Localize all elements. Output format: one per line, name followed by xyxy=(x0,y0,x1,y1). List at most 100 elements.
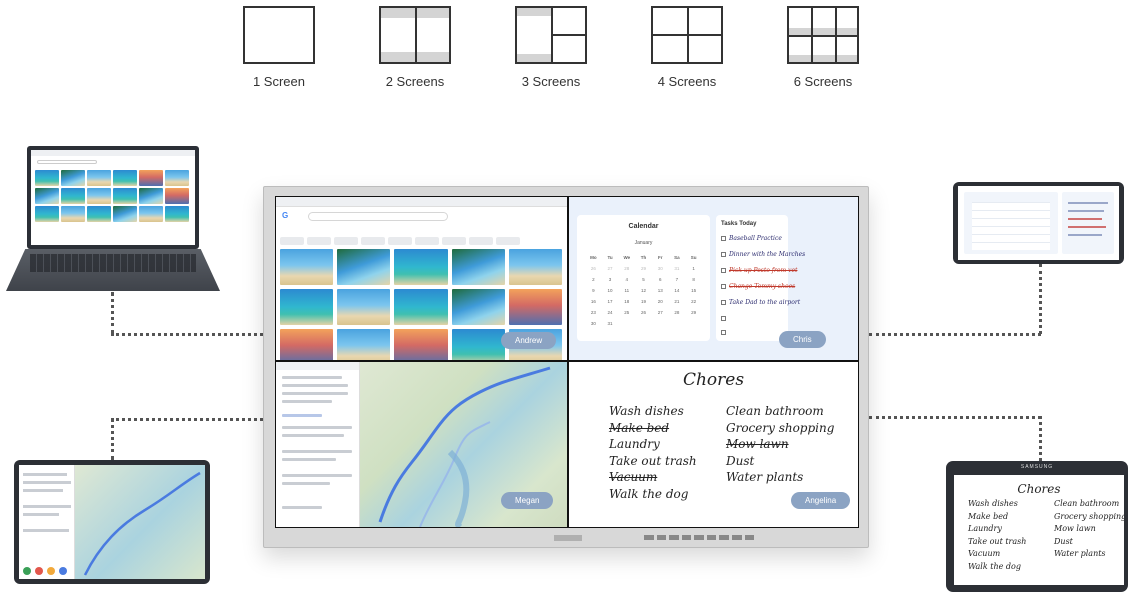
screen-map[interactable]: Megan xyxy=(276,362,567,527)
screen-image-search[interactable]: G Andrew xyxy=(276,197,567,360)
task-label: Take Dad to the airport xyxy=(729,299,801,306)
calendar-day[interactable]: 27 xyxy=(652,310,669,315)
calendar-day[interactable]: 2 xyxy=(585,277,602,282)
layout-1-screen-icon xyxy=(243,6,315,64)
image-result[interactable] xyxy=(280,329,334,360)
image-result[interactable] xyxy=(280,289,334,325)
calendar-day[interactable]: 21 xyxy=(669,299,686,304)
task-label: Dinner with the Marches xyxy=(729,251,806,258)
calendar-day[interactable]: 16 xyxy=(585,299,602,304)
task-item[interactable]: Baseball Practice xyxy=(721,235,782,242)
smartphone xyxy=(953,182,1124,264)
layout-4-screens-icon xyxy=(651,6,723,64)
chore-item: Wash dishes xyxy=(609,404,684,418)
calendar-day[interactable]: 9 xyxy=(585,288,602,293)
task-item[interactable]: Pick up Pesto from vet xyxy=(721,267,797,274)
tasks-title: Tasks Today xyxy=(721,221,757,227)
task-checkbox[interactable] xyxy=(721,316,726,321)
calendar-day[interactable]: 1 xyxy=(685,266,702,271)
image-result[interactable] xyxy=(337,289,391,325)
image-result[interactable] xyxy=(451,329,505,360)
chore-item: Dust xyxy=(1054,536,1073,546)
calendar-day[interactable]: 23 xyxy=(585,310,602,315)
chore-item: Take out trash xyxy=(609,453,697,468)
calendar-day[interactable]: 5 xyxy=(635,277,652,282)
image-result[interactable] xyxy=(508,289,563,325)
task-checkbox[interactable] xyxy=(721,330,726,335)
image-result[interactable] xyxy=(508,249,563,285)
calendar-day[interactable]: 10 xyxy=(602,288,619,293)
calendar-day[interactable]: 13 xyxy=(652,288,669,293)
calendar-day[interactable]: 3 xyxy=(602,277,619,282)
calendar-day[interactable]: 19 xyxy=(635,299,652,304)
image-result[interactable] xyxy=(337,329,391,360)
user-badge-megan: Megan xyxy=(501,492,554,509)
calendar-day[interactable]: 12 xyxy=(635,288,652,293)
search-input[interactable] xyxy=(308,212,448,221)
calendar-day[interactable]: 22 xyxy=(685,299,702,304)
screen-calendar[interactable]: Calendar January Mo Tu We Th Fr Sa Su 26 27 28 29 3… xyxy=(569,197,858,360)
image-result[interactable] xyxy=(280,249,334,285)
task-checkbox[interactable] xyxy=(721,252,726,257)
task-checkbox[interactable] xyxy=(721,284,726,289)
main-display: G Andrew Calendar January Mo Tu We Th Fr… xyxy=(263,186,869,548)
calendar-day[interactable]: 29 xyxy=(635,266,652,271)
layout-1-screen: 1 Screen xyxy=(243,6,315,89)
search-engine-logo: G xyxy=(282,211,289,220)
calendar-day[interactable]: 26 xyxy=(585,266,602,271)
image-result[interactable] xyxy=(394,289,448,325)
task-checkbox[interactable] xyxy=(721,268,726,273)
calendar-day[interactable]: 28 xyxy=(669,310,686,315)
layout-label: 2 Screens xyxy=(385,74,445,89)
layout-2-screens: 2 Screens xyxy=(379,6,451,89)
chore-item: Dust xyxy=(726,453,755,468)
connector xyxy=(869,416,1041,419)
chore-item: Water plants xyxy=(726,470,804,484)
calendar-day[interactable]: 31 xyxy=(602,321,619,326)
calendar-day[interactable]: 30 xyxy=(585,321,602,326)
calendar-day[interactable]: 24 xyxy=(602,310,619,315)
display-screen: G Andrew Calendar January Mo Tu We Th Fr… xyxy=(275,196,859,528)
layout-4-screens: 4 Screens xyxy=(651,6,723,89)
calendar-day[interactable]: 14 xyxy=(669,288,686,293)
task-item[interactable]: Take Dad to the airport xyxy=(721,299,800,306)
calendar-day[interactable]: 31 xyxy=(669,266,686,271)
screen-chores-whiteboard[interactable]: Chores Wash dishes Make bed Laundry Take ou… xyxy=(569,362,858,527)
calendar-day[interactable]: 7 xyxy=(669,277,686,282)
calendar-day[interactable]: 8 xyxy=(685,277,702,282)
tablet-screen-chores: Chores Wash dishes Make bed Laundry Take ou… xyxy=(954,475,1124,585)
task-empty-slot[interactable] xyxy=(721,315,729,322)
calendar-day[interactable]: 25 xyxy=(618,310,635,315)
layout-3-screens-icon xyxy=(515,6,587,64)
calendar-day[interactable]: 29 xyxy=(685,310,702,315)
chore-item: Walk the dog xyxy=(968,561,1021,571)
task-checkbox[interactable] xyxy=(721,236,726,241)
task-item[interactable]: Dinner with the Marches xyxy=(721,251,805,258)
calendar-day[interactable]: 27 xyxy=(602,266,619,271)
chore-item: Clean bathroom xyxy=(1054,499,1120,508)
image-result[interactable] xyxy=(394,329,448,360)
tasks-widget: Tasks Today Baseball Practice Dinner with… xyxy=(716,215,805,341)
tablet-left xyxy=(14,460,210,584)
calendar-day[interactable]: 26 xyxy=(635,310,652,315)
task-item[interactable]: Change Tommy shoes xyxy=(721,283,795,290)
image-result[interactable] xyxy=(451,289,505,325)
calendar-day[interactable]: 4 xyxy=(618,277,635,282)
calendar-day[interactable]: 18 xyxy=(618,299,635,304)
calendar-day[interactable]: 28 xyxy=(618,266,635,271)
calendar-day[interactable]: 6 xyxy=(652,277,669,282)
image-result[interactable] xyxy=(394,249,448,285)
task-checkbox[interactable] xyxy=(721,300,726,305)
laptop xyxy=(27,146,199,249)
chore-item: Walk the dog xyxy=(609,486,689,501)
calendar-day[interactable]: 11 xyxy=(618,288,635,293)
calendar-day[interactable]: 15 xyxy=(685,288,702,293)
image-result[interactable] xyxy=(337,249,391,285)
connector xyxy=(111,292,114,334)
image-result[interactable] xyxy=(451,249,505,285)
connector xyxy=(869,333,1041,336)
calendar-day[interactable]: 30 xyxy=(652,266,669,271)
task-empty-slot[interactable] xyxy=(721,329,729,336)
calendar-day[interactable]: 17 xyxy=(602,299,619,304)
calendar-day[interactable]: 20 xyxy=(652,299,669,304)
